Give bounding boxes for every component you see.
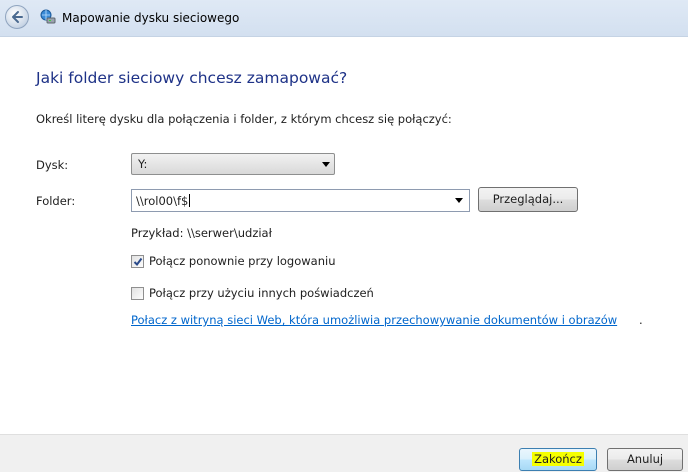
text-caret (189, 194, 191, 207)
drive-select[interactable]: Y: (131, 153, 335, 175)
wizard-content: Jaki folder sieciowy chcesz zamapować? O… (0, 37, 688, 434)
network-drive-icon (40, 9, 56, 24)
dropdown-arrow-icon (322, 162, 330, 167)
example-text: Przykład: \\serwer\udział (131, 226, 272, 240)
folder-input[interactable]: \\rol00\f$ (131, 189, 470, 212)
browse-button[interactable]: Przeglądaj... (478, 187, 578, 212)
dropdown-arrow-icon[interactable] (455, 198, 463, 203)
finish-button[interactable]: Zakończ (519, 448, 597, 471)
title-bar: Mapowanie dysku sieciowego (0, 0, 688, 37)
other-credentials-checkbox[interactable] (131, 287, 144, 300)
other-credentials-label[interactable]: Połącz przy użyciu innych poświadczeń (149, 286, 374, 300)
cancel-button[interactable]: Anuluj (607, 448, 683, 471)
folder-label: Folder: (36, 194, 76, 208)
checkmark-icon (133, 257, 143, 267)
link-suffix: . (639, 313, 643, 327)
finish-label: Zakończ (532, 452, 584, 466)
folder-value: \\rol00\f$ (136, 194, 189, 208)
back-button[interactable] (5, 5, 29, 29)
window-title: Mapowanie dysku sieciowego (62, 11, 240, 25)
drive-value: Y: (138, 157, 148, 171)
back-arrow-icon (12, 11, 23, 23)
instruction-text: Określ literę dysku dla połączenia i fol… (36, 112, 452, 126)
web-site-link[interactable]: Połacz z witryną sieci Web, która umożli… (131, 313, 617, 327)
reconnect-label[interactable]: Połącz ponownie przy logowaniu (149, 254, 336, 268)
drive-label: Dysk: (36, 158, 69, 172)
reconnect-checkbox[interactable] (131, 255, 144, 268)
page-heading: Jaki folder sieciowy chcesz zamapować? (36, 69, 348, 87)
